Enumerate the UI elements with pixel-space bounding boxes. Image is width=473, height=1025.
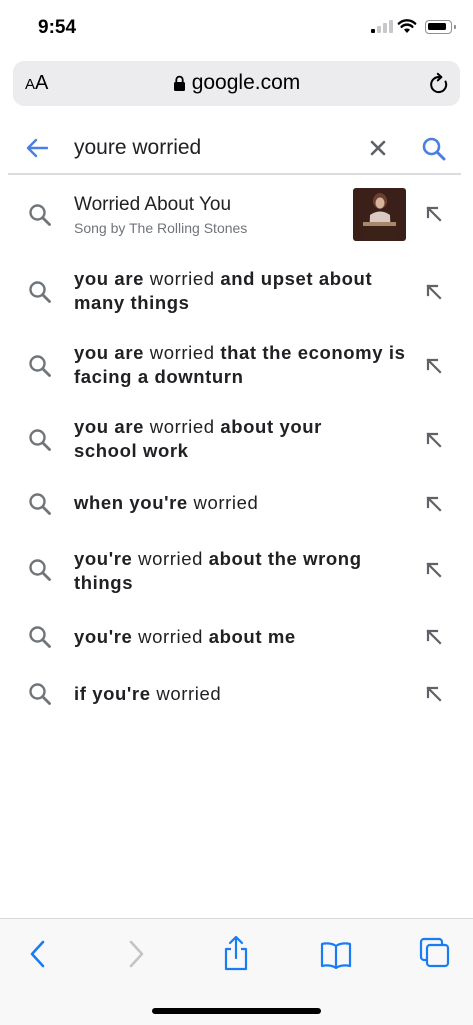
search-icon[interactable] bbox=[421, 136, 447, 162]
search-icon bbox=[29, 204, 51, 226]
search-icon bbox=[29, 281, 51, 303]
arrow-up-left-icon[interactable] bbox=[426, 629, 442, 645]
url-text: google.com bbox=[191, 71, 301, 94]
status-bar: 9:54 bbox=[0, 0, 473, 58]
suggestion-item[interactable]: when you're worried bbox=[0, 472, 473, 534]
wifi-icon bbox=[397, 19, 417, 33]
suggestion-text: you are worried and upset about many thi… bbox=[74, 268, 373, 313]
song-thumbnail bbox=[353, 188, 406, 241]
battery-icon bbox=[425, 20, 456, 34]
suggestion-item[interactable]: Worried About You Song by The Rolling St… bbox=[0, 176, 473, 250]
arrow-up-left-icon[interactable] bbox=[426, 284, 442, 300]
arrow-up-left-icon[interactable] bbox=[426, 562, 442, 578]
suggestion-item[interactable]: if you're worried bbox=[0, 666, 473, 724]
suggestion-title: Worried About You bbox=[74, 194, 232, 215]
search-icon bbox=[29, 683, 51, 705]
suggestion-text: when you're worried bbox=[74, 492, 259, 513]
reload-icon[interactable] bbox=[428, 72, 450, 96]
suggestion-text: if you're worried bbox=[74, 683, 222, 704]
url-field[interactable]: google.com bbox=[13, 71, 460, 95]
cellular-signal-icon bbox=[371, 20, 393, 33]
close-icon[interactable] bbox=[370, 140, 386, 156]
arrow-up-left-icon[interactable] bbox=[426, 206, 442, 222]
bookmarks-icon[interactable] bbox=[320, 941, 352, 969]
lock-icon bbox=[173, 75, 185, 91]
suggestion-text: you are worried that the economy is faci… bbox=[74, 342, 406, 387]
search-input[interactable]: youre worried bbox=[74, 136, 201, 160]
search-underline bbox=[8, 173, 461, 175]
arrow-up-left-icon[interactable] bbox=[426, 686, 442, 702]
search-icon bbox=[29, 626, 51, 648]
suggestion-text: you are worried about your school work bbox=[74, 416, 322, 461]
status-time: 9:54 bbox=[38, 17, 77, 38]
chevron-left-icon[interactable] bbox=[28, 939, 48, 969]
home-indicator[interactable] bbox=[152, 1008, 321, 1014]
suggestion-text: you're worried about the wrong things bbox=[74, 548, 362, 593]
suggestion-item[interactable]: you are worried that the economy is faci… bbox=[0, 324, 473, 398]
search-icon bbox=[29, 559, 51, 581]
search-icon bbox=[29, 493, 51, 515]
suggestion-item[interactable]: you are worried and upset about many thi… bbox=[0, 250, 473, 324]
arrow-up-left-icon[interactable] bbox=[426, 358, 442, 374]
search-row: youre worried bbox=[0, 118, 473, 176]
tabs-icon[interactable] bbox=[419, 937, 451, 969]
suggestion-item[interactable]: you're worried about the wrong things bbox=[0, 534, 473, 608]
arrow-left-icon[interactable] bbox=[26, 138, 48, 158]
arrow-up-left-icon[interactable] bbox=[426, 432, 442, 448]
suggestion-text: you're worried about me bbox=[74, 626, 296, 647]
suggestion-item[interactable]: you're worried about me bbox=[0, 608, 473, 666]
share-icon[interactable] bbox=[222, 935, 250, 971]
suggestion-item[interactable]: you are worried about your school work bbox=[0, 398, 473, 472]
chevron-right-icon[interactable] bbox=[126, 939, 146, 969]
arrow-up-left-icon[interactable] bbox=[426, 496, 442, 512]
search-icon bbox=[29, 355, 51, 377]
suggestion-subtitle: Song by The Rolling Stones bbox=[74, 220, 248, 236]
search-icon bbox=[29, 429, 51, 451]
address-bar[interactable]: AA google.com bbox=[13, 61, 460, 106]
